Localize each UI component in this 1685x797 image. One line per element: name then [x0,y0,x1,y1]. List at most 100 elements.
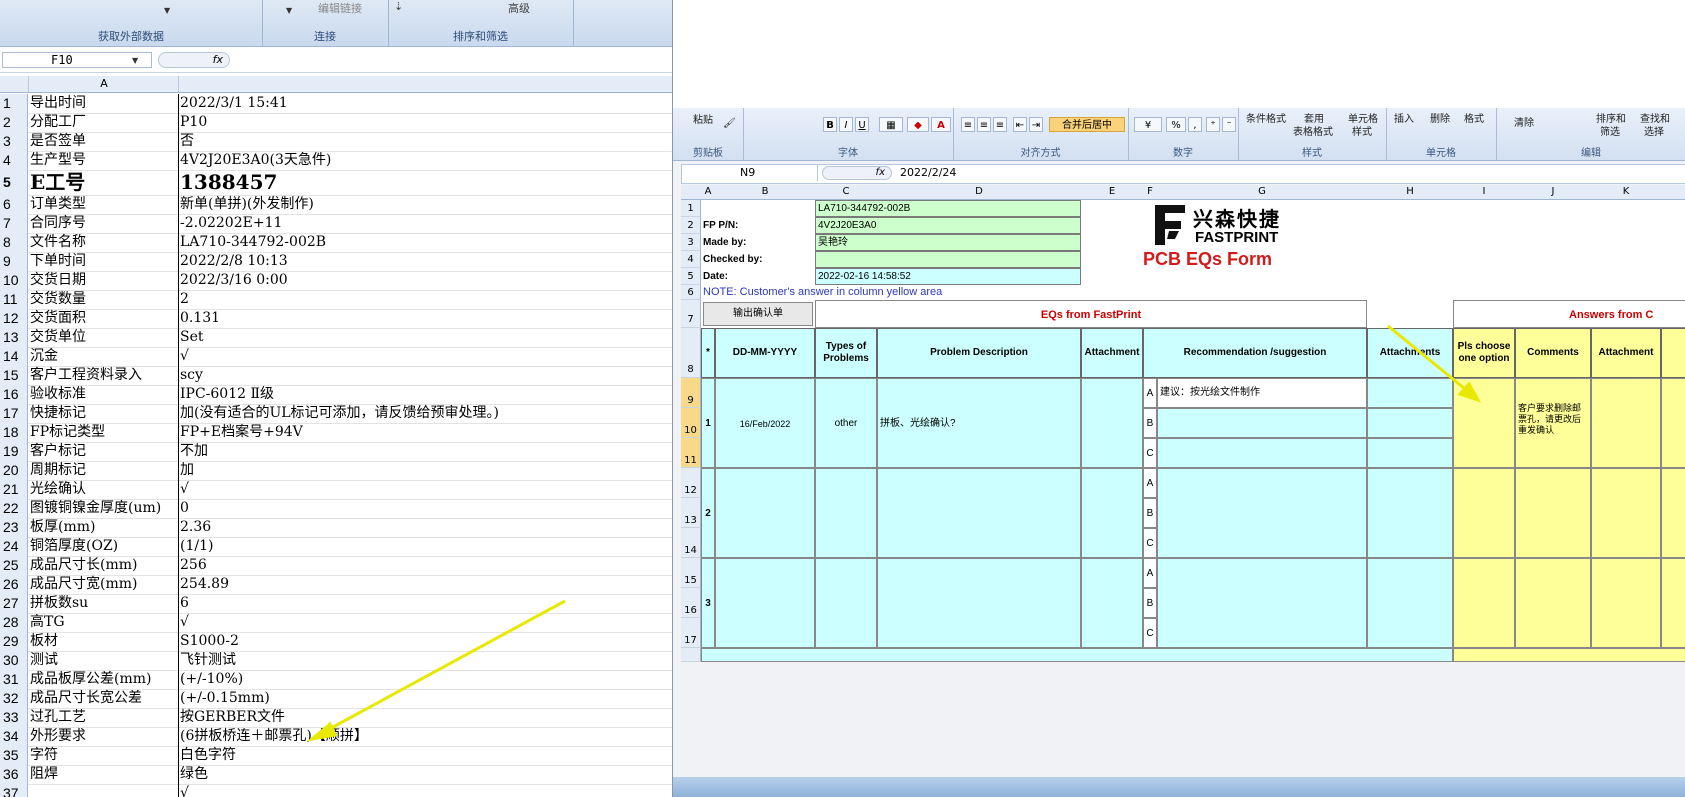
column-header[interactable]: H [1367,185,1454,200]
row-header[interactable]: 14 [681,528,701,558]
sort-za-icon[interactable]: ⇣ [394,0,403,13]
field-value-cell[interactable]: 2 [180,290,670,309]
font-color-icon[interactable]: A [931,117,951,132]
field-value-cell[interactable]: √ [180,480,670,499]
comma-icon[interactable]: , [1188,117,1202,132]
ribbon-group-sort-filter[interactable]: ⇣ 高级 排序和筛选 [388,0,574,46]
fx-button[interactable]: fx [822,166,892,180]
clear-button[interactable]: 清除 [1514,114,1534,129]
export-confirmation-button[interactable]: 输出确认单 [703,302,813,326]
field-label-cell[interactable]: 合同序号 [30,214,179,233]
next-eq-row[interactable] [701,648,1453,662]
field-value-cell[interactable]: 2022/3/1 15:41 [180,94,670,113]
decrease-decimal-icon[interactable]: ⁻ [1222,117,1236,132]
field-label-cell[interactable]: 是否签单 [30,132,179,151]
field-label-cell[interactable]: 字符 [30,746,179,765]
eq-attachment[interactable] [1081,558,1143,648]
field-value-cell[interactable]: -2.02202E+11 [180,214,670,233]
field-label-cell[interactable]: 铜箔厚度(OZ) [30,537,179,556]
column-header[interactable] [1661,185,1685,200]
field-label-cell[interactable]: 下单时间 [30,252,179,271]
row-header[interactable]: 34 [0,727,28,746]
field-value-cell[interactable]: 4V2J20E3A0(3天急件) [180,151,670,170]
column-header[interactable]: G [1157,185,1368,200]
field-value-cell[interactable]: 2022/3/16 0:00 [180,271,670,290]
row-header[interactable]: 25 [0,556,28,575]
name-box-right[interactable]: N9 [682,165,818,181]
field-label-cell[interactable]: 交货面积 [30,309,179,328]
field-label-cell[interactable]: 成品尺寸长(mm) [30,556,179,575]
field-value-cell[interactable]: 256 [180,556,670,575]
eq-date[interactable]: 16/Feb/2022 [715,378,815,468]
row-header[interactable]: 16 [681,588,701,618]
row-header[interactable]: 32 [0,689,28,708]
field-value-cell[interactable]: (6拼板桥连＋邮票孔)【顺拼】 [180,727,670,746]
column-header[interactable]: B [715,185,816,200]
recommendation-c[interactable] [1157,438,1367,468]
field-value-cell[interactable]: scy [180,366,670,385]
field-value-cell[interactable]: LA710-344792-002B [180,233,670,252]
field-label-cell[interactable] [30,784,179,797]
field-value-cell[interactable]: 飞针测试 [180,651,670,670]
row-header[interactable]: 20 [0,461,28,480]
fill-color-icon[interactable]: ◆ [907,117,929,132]
field-value-cell[interactable]: 不加 [180,442,670,461]
field-value-cell[interactable]: 绿色 [180,765,670,784]
row-header[interactable]: 4 [681,251,701,268]
currency-icon[interactable]: ¥ [1134,117,1162,132]
field-value-cell[interactable]: IPC-6012 Ⅱ级 [180,385,670,404]
field-value-cell[interactable]: 白色字符 [180,746,670,765]
field-value-cell[interactable]: 否 [180,132,670,151]
row-header[interactable]: 17 [681,618,701,648]
row-header[interactable]: 28 [0,613,28,632]
eq-type[interactable] [815,558,877,648]
field-value-cell[interactable]: 1388457 [180,170,670,195]
rec-attachment[interactable] [1367,408,1453,438]
row-header[interactable]: 17 [0,404,28,423]
row-header[interactable]: 13 [681,498,701,528]
column-header[interactable]: K [1591,185,1662,200]
row-header[interactable]: 16 [0,385,28,404]
field-label-cell[interactable]: 成品尺寸宽(mm) [30,575,179,594]
answer-extra-cell[interactable] [1661,378,1685,468]
row-header[interactable]: 13 [0,328,28,347]
row-header[interactable]: 3 [0,132,28,151]
row-header[interactable]: 7 [0,214,28,233]
field-label-cell[interactable]: 交货日期 [30,271,179,290]
answer-attachment-cell[interactable] [1591,468,1661,558]
formula-value[interactable]: 2022/2/24 [900,165,956,181]
comment-cell[interactable] [1515,558,1591,648]
field-value-cell[interactable]: 新单(单拼)(外发制作) [180,195,670,214]
eq-attachment[interactable] [1081,468,1143,558]
row-header[interactable]: 10 [0,271,28,290]
column-header-a[interactable]: A [30,76,179,92]
rec-attachment[interactable] [1367,438,1453,468]
column-header-b[interactable] [180,76,670,92]
edit-links-button[interactable]: 编辑链接 [318,0,362,16]
file-number-cell[interactable]: LA710-344792-002B [815,200,1081,217]
row-header[interactable]: 33 [0,708,28,727]
row-header[interactable]: 8 [0,233,28,252]
field-label-cell[interactable]: 图镀铜镍金厚度(um) [30,499,179,518]
row-header[interactable]: 27 [0,594,28,613]
increase-decimal-icon[interactable]: ⁺ [1206,117,1220,132]
choose-option-cell[interactable] [1453,468,1515,558]
field-label-cell[interactable]: 客户工程资料录入 [30,366,179,385]
recommendation-a[interactable]: 建议：按光绘文件制作 [1157,378,1367,408]
row-header[interactable]: 31 [0,670,28,689]
field-label-cell[interactable]: 拼板数su [30,594,179,613]
fx-button[interactable]: fx [158,52,230,68]
field-value-cell[interactable]: 2.36 [180,518,670,537]
row-header[interactable]: 2 [681,217,701,234]
row-header[interactable]: 8 [681,328,701,378]
field-label-cell[interactable]: 光绘确认 [30,480,179,499]
field-label-cell[interactable]: 外形要求 [30,727,179,746]
field-label-cell[interactable]: 订单类型 [30,195,179,214]
eq-type[interactable] [815,468,877,558]
eq-description[interactable]: 拼板、光绘确认? [877,378,1081,468]
row-header[interactable]: 11 [681,438,701,468]
row-header[interactable]: 22 [0,499,28,518]
choose-option-cell[interactable] [1453,378,1515,468]
field-label-cell[interactable]: 高TG [30,613,179,632]
field-label-cell[interactable]: 快捷标记 [30,404,179,423]
